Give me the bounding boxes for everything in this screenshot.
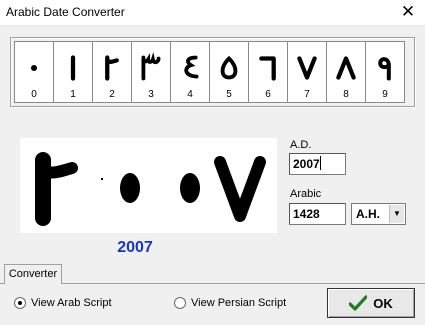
digit-key-9[interactable]: 9 — [365, 41, 405, 103]
arabic-input-value: 1428 — [293, 207, 320, 221]
digit-glyph-7 — [288, 48, 326, 88]
digit-glyph-9 — [366, 48, 404, 88]
era-select-value: A.H. — [356, 207, 380, 221]
digit-glyph-6 — [249, 48, 287, 88]
digit-label: 3 — [148, 89, 154, 100]
digit-keypad: 0 1 2 3 4 5 6 7 8 9 — [14, 41, 411, 103]
tab-divider — [0, 283, 425, 284]
digit-glyph-4 — [171, 48, 209, 88]
ad-label: A.D. — [290, 139, 312, 151]
radio-arab-script[interactable]: View Arab Script — [14, 297, 112, 309]
arabic-digit-preview — [20, 138, 277, 233]
digit-label: 1 — [70, 89, 76, 100]
result-value: 2007 — [117, 239, 153, 256]
digit-label: 0 — [31, 89, 37, 100]
digit-key-0[interactable]: 0 — [14, 41, 54, 103]
radio-indicator — [174, 297, 186, 309]
era-select[interactable]: A.H. ▼ — [351, 203, 406, 225]
digit-key-5[interactable]: 5 — [209, 41, 249, 103]
radio-persian-script[interactable]: View Persian Script — [174, 297, 286, 309]
radio-label: View Arab Script — [31, 297, 112, 309]
close-button[interactable]: ✕ — [391, 0, 425, 26]
close-icon: ✕ — [400, 2, 416, 21]
preview-digit-zero — [100, 138, 160, 236]
ad-input-value: 2007 — [293, 157, 320, 171]
digit-label: 8 — [343, 89, 349, 100]
preview-digit-two — [30, 138, 90, 236]
digit-label: 2 — [109, 89, 115, 100]
window-title: Arabic Date Converter — [6, 5, 125, 19]
digit-glyph-8 — [327, 48, 365, 88]
text-cursor — [319, 156, 321, 170]
digit-key-7[interactable]: 7 — [287, 41, 327, 103]
tab-converter[interactable]: Converter — [4, 264, 62, 284]
digit-key-6[interactable]: 6 — [248, 41, 288, 103]
radio-indicator — [14, 297, 26, 309]
digit-glyph-5 — [210, 48, 248, 88]
ok-button[interactable]: OK — [327, 288, 415, 318]
digit-glyph-0 — [15, 48, 53, 88]
preview-dot — [101, 178, 103, 180]
digit-label: 5 — [226, 89, 232, 100]
digit-glyph-1 — [54, 48, 92, 88]
digit-key-4[interactable]: 4 — [170, 41, 210, 103]
ad-input[interactable]: 2007 — [289, 153, 346, 175]
title-bar: Arabic Date Converter ✕ — [0, 0, 425, 26]
ok-button-label: OK — [373, 295, 393, 311]
digit-key-8[interactable]: 8 — [326, 41, 366, 103]
digit-key-3[interactable]: 3 — [131, 41, 171, 103]
digit-label: 6 — [265, 89, 271, 100]
digit-key-1[interactable]: 1 — [53, 41, 93, 103]
dropdown-arrow-icon[interactable]: ▼ — [389, 205, 404, 223]
digit-glyph-2 — [93, 48, 131, 88]
preview-digit-seven — [210, 138, 270, 236]
digit-label: 4 — [187, 89, 193, 100]
digit-label: 7 — [304, 89, 310, 100]
digit-keypad-panel: 0 1 2 3 4 5 6 7 8 9 — [10, 37, 415, 107]
check-icon — [349, 295, 368, 311]
digit-glyph-3 — [132, 48, 170, 88]
digit-key-2[interactable]: 2 — [92, 41, 132, 103]
radio-label: View Persian Script — [191, 297, 287, 309]
digit-label: 9 — [382, 89, 388, 100]
arabic-input[interactable]: 1428 — [289, 203, 346, 225]
arabic-label: Arabic — [290, 188, 322, 200]
